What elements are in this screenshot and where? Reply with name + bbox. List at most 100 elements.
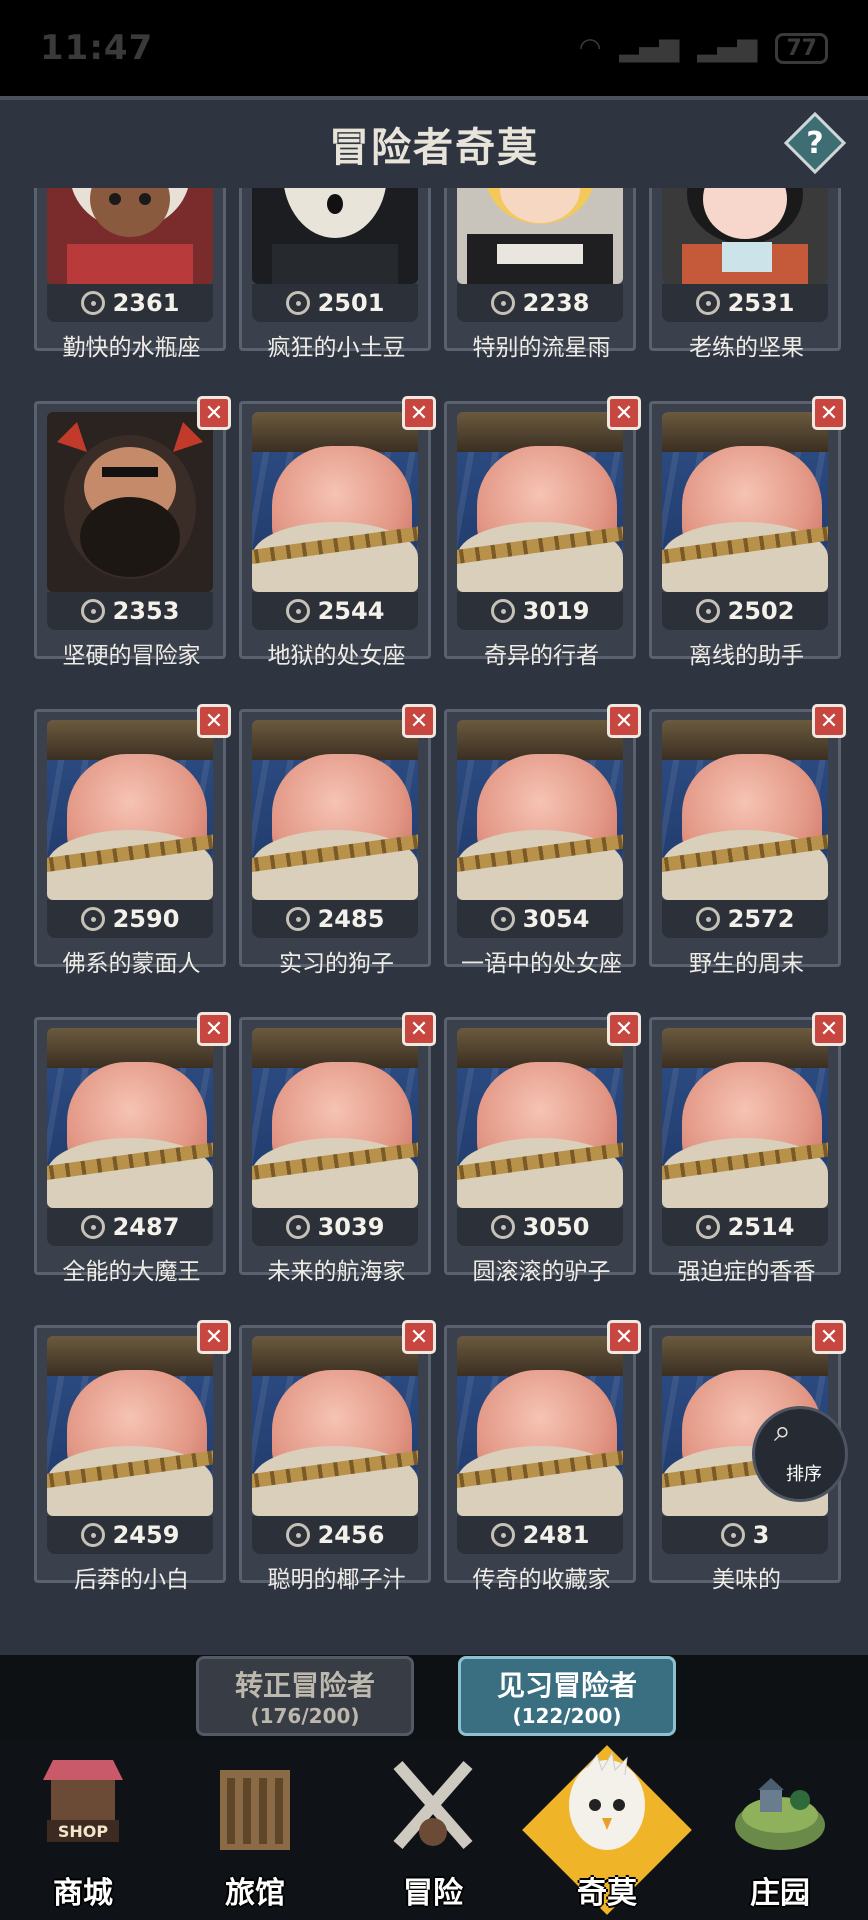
remove-button[interactable]: ✕ [607, 1320, 641, 1354]
adventurer-card[interactable]: 2544 地狱的处女座 ✕ [239, 396, 436, 669]
remove-button[interactable]: ✕ [402, 1012, 436, 1046]
power-score-value: 2361 [112, 289, 180, 317]
nav-label: 冒险 [403, 1876, 463, 1911]
power-score: 3050 [457, 1208, 623, 1246]
power-score: 3054 [457, 900, 623, 938]
remove-button[interactable]: ✕ [197, 1012, 231, 1046]
remove-button[interactable]: ✕ [607, 396, 641, 430]
power-score: 2531 [662, 284, 828, 322]
power-score: 3019 [457, 592, 623, 630]
adventurer-portrait [662, 1028, 828, 1208]
adventurer-card[interactable]: 2572 野生的周末 ✕ [649, 704, 846, 977]
adventurer-card[interactable]: 2501 疯狂的小土豆 [239, 188, 431, 361]
sword-icon [720, 1523, 745, 1547]
adventurer-card[interactable]: 2238 特别的流星雨 [444, 188, 636, 361]
nav-item-manor[interactable]: 庄园 [705, 1740, 855, 1920]
remove-button[interactable]: ✕ [812, 1012, 846, 1046]
remove-button[interactable]: ✕ [402, 704, 436, 738]
power-score-value: 2238 [522, 289, 590, 317]
remove-button[interactable]: ✕ [197, 1320, 231, 1354]
power-score: 2485 [252, 900, 418, 938]
adventurer-portrait [252, 412, 418, 592]
target-icon [285, 291, 310, 315]
adventurer-name: 美味的 [712, 1567, 781, 1593]
remove-button[interactable]: ✕ [812, 704, 846, 738]
adventurer-portrait [662, 720, 828, 900]
adventurer-name: 勤快的水瓶座 [62, 335, 201, 361]
adventurer-card[interactable]: 2456 聪明的椰子汁 ✕ [239, 1320, 436, 1593]
status-bar: 11:47 ◠ ▂▄▆ ▂▄▆ 77 [0, 0, 868, 96]
power-score-value: 3054 [522, 905, 590, 933]
adventurer-card[interactable]: 2531 老练的坚果 [649, 188, 841, 361]
power-score-value: 2501 [317, 289, 385, 317]
adventurer-name: 聪明的椰子汁 [267, 1567, 406, 1593]
remove-button[interactable]: ✕ [197, 396, 231, 430]
target-icon [80, 291, 105, 315]
remove-button[interactable]: ✕ [402, 396, 436, 430]
remove-button[interactable]: ✕ [812, 1320, 846, 1354]
nav-item-adventure[interactable]: 冒险 [358, 1740, 508, 1920]
adventurer-card[interactable]: 2485 实习的狗子 ✕ [239, 704, 436, 977]
power-score-value: 2514 [727, 1213, 795, 1241]
adventurer-card[interactable]: 3039 未来的航海家 ✕ [239, 1012, 436, 1285]
power-score: 2481 [457, 1516, 623, 1554]
remove-button[interactable]: ✕ [607, 1012, 641, 1046]
power-score: 2456 [252, 1516, 418, 1554]
tab-official-adventurers[interactable]: 转正冒险者 (176/200) [196, 1656, 414, 1736]
power-score-value: 2481 [522, 1521, 590, 1549]
sword-icon [490, 907, 515, 931]
adventurer-name: 强迫症的香香 [677, 1259, 816, 1285]
remove-button[interactable]: ✕ [402, 1320, 436, 1354]
adventurer-card[interactable]: 3054 一语中的处女座 ✕ [444, 704, 641, 977]
nav-label: 商城 [53, 1876, 113, 1911]
tab-trainee-adventurers[interactable]: 见习冒险者 (122/200) [458, 1656, 676, 1736]
remove-button[interactable]: ✕ [197, 704, 231, 738]
power-score: 3 [662, 1516, 828, 1554]
adventurer-card[interactable]: 3019 奇异的行者 ✕ [444, 396, 641, 669]
sword-icon [80, 1523, 105, 1547]
remove-button[interactable]: ✕ [607, 704, 641, 738]
adventurer-name: 传奇的收藏家 [472, 1567, 611, 1593]
power-score: 2487 [47, 1208, 213, 1246]
power-score-value: 2572 [727, 905, 795, 933]
manor-icon [735, 1778, 825, 1850]
adventurer-portrait [47, 1336, 213, 1516]
power-score: 3039 [252, 1208, 418, 1246]
help-button[interactable]: ? [783, 111, 847, 175]
target-icon [695, 291, 720, 315]
adventurer-name: 离线的助手 [689, 643, 804, 669]
adventurer-card[interactable]: 2353 坚硬的冒险家 ✕ [34, 396, 231, 669]
sword-icon [490, 1523, 515, 1547]
nav-item-qimo[interactable]: 奇莫 [522, 1740, 692, 1920]
shop-sign: SHOP [58, 1822, 109, 1841]
adventurer-portrait [662, 188, 828, 284]
adventurer-portrait [252, 188, 418, 284]
tab-label: 见习冒险者 [496, 1669, 637, 1702]
sort-button[interactable]: ⌕ 排序 [746, 1400, 848, 1510]
power-score: 2502 [662, 592, 828, 630]
adventurer-name: 野生的周末 [689, 951, 804, 977]
nav-item-inn[interactable]: 旅馆 [180, 1740, 330, 1920]
adventurer-grid-viewport[interactable]: 2361 勤快的水瓶座 2501 疯狂的小土豆 2238 特别的流星雨 2531 老练的坚果 2… [0, 188, 868, 1618]
adventurer-card[interactable]: 2481 传奇的收藏家 ✕ [444, 1320, 641, 1593]
power-score-value: 2531 [727, 289, 795, 317]
sword-icon [80, 907, 105, 931]
remove-button[interactable]: ✕ [812, 396, 846, 430]
adventurer-name: 圆滚滚的驴子 [472, 1259, 611, 1285]
nav-item-shop[interactable]: SHOP 商城 [8, 1740, 158, 1920]
adventurer-name: 坚硬的冒险家 [62, 643, 201, 669]
target-icon [490, 291, 515, 315]
power-score: 2361 [47, 284, 213, 322]
sword-icon [695, 907, 720, 931]
adventurer-card[interactable]: 2361 勤快的水瓶座 [34, 188, 226, 361]
nav-label: 旅馆 [225, 1876, 285, 1911]
adventurer-card[interactable]: 2590 佛系的蒙面人 ✕ [34, 704, 231, 977]
power-score-value: 3050 [522, 1213, 590, 1241]
adventurer-card[interactable]: 2502 离线的助手 ✕ [649, 396, 846, 669]
adventurer-card[interactable]: 2514 强迫症的香香 ✕ [649, 1012, 846, 1285]
adventurer-card[interactable]: 2487 全能的大魔王 ✕ [34, 1012, 231, 1285]
adventurer-portrait [457, 1028, 623, 1208]
adventurer-card[interactable]: 3050 圆滚滚的驴子 ✕ [444, 1012, 641, 1285]
adventurer-card[interactable]: 2459 后莽的小白 ✕ [34, 1320, 231, 1593]
sword-icon [285, 599, 310, 623]
